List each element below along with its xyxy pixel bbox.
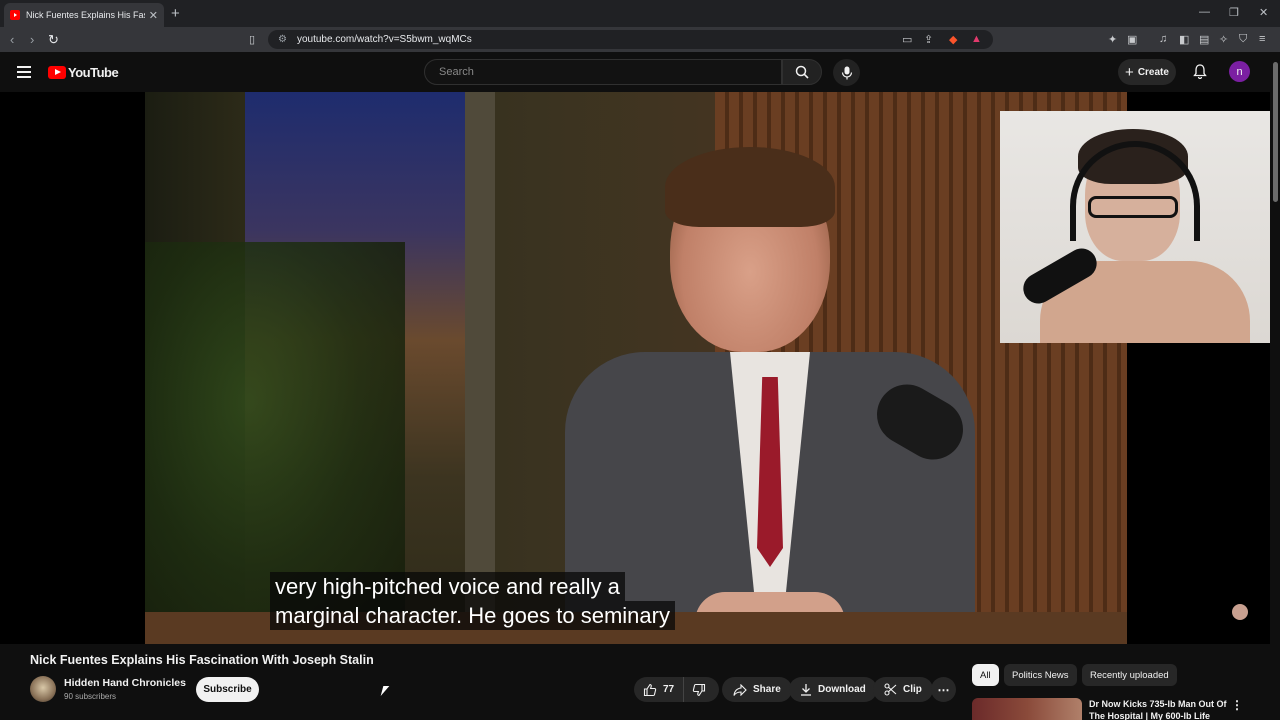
caption-line-2: marginal character. He goes to seminary: [270, 601, 675, 630]
scissors-icon: [884, 683, 897, 696]
chip-all[interactable]: All: [972, 664, 999, 686]
browser-toolbar: ‹ › ↻ ▯ ⚙ youtube.com/watch?v=S5bwm_wqMC…: [0, 27, 1280, 52]
plus-icon: +: [1125, 63, 1134, 81]
mouse-cursor-icon: [380, 686, 390, 696]
logo-text: YouTube: [68, 65, 119, 80]
browser-tab-strip: Nick Fuentes Explains His Fascin ✕ + — ❐…: [0, 0, 1280, 27]
thumbs-down-icon: [692, 683, 705, 696]
brave-shield-icon[interactable]: ◆: [949, 33, 957, 46]
window-close-icon[interactable]: ✕: [1259, 6, 1268, 19]
leo-ai-icon[interactable]: ✧: [1219, 33, 1228, 46]
hamburger-menu-icon[interactable]: [17, 66, 31, 81]
sidebar-icon[interactable]: ◧: [1179, 33, 1189, 46]
search-icon: [795, 65, 809, 79]
like-count: 77: [663, 684, 675, 695]
bell-icon: [1193, 64, 1207, 80]
minimize-icon[interactable]: —: [1199, 6, 1210, 18]
video-title: Nick Fuentes Explains His Fascination Wi…: [30, 653, 374, 667]
notifications-button[interactable]: [1193, 64, 1207, 84]
share-button[interactable]: Share: [722, 677, 792, 702]
window-frame: [465, 92, 495, 644]
recommended-thumbnail[interactable]: [972, 698, 1082, 720]
scrollbar-thumb[interactable]: [1273, 62, 1278, 202]
recommended-menu-icon[interactable]: ⋮: [1231, 698, 1243, 712]
close-tab-icon[interactable]: ✕: [149, 9, 158, 22]
new-tab-icon[interactable]: +: [171, 5, 180, 22]
subscriber-count: 90 subscribers: [64, 692, 117, 701]
webcam-overlay: [1000, 111, 1270, 343]
share-label: Share: [753, 684, 781, 695]
bookmark-icon[interactable]: ▯: [249, 33, 255, 46]
site-info-icon[interactable]: ⚙: [278, 34, 287, 45]
address-bar[interactable]: ⚙ youtube.com/watch?v=S5bwm_wqMCs: [268, 30, 993, 49]
vpn-icon[interactable]: ⛉: [1239, 33, 1247, 46]
channel-avatar[interactable]: [30, 676, 56, 702]
avatar-letter: n: [1236, 65, 1243, 78]
create-button[interactable]: + Create: [1118, 59, 1176, 85]
clip-label: Clip: [903, 684, 922, 695]
back-icon[interactable]: ‹: [10, 32, 14, 47]
youtube-play-icon: [48, 66, 66, 79]
clip-button[interactable]: Clip: [873, 677, 933, 702]
microphone-icon: [841, 66, 852, 79]
cast-icon[interactable]: ▭: [902, 33, 912, 46]
search-input[interactable]: Search: [424, 59, 782, 85]
channel-name[interactable]: Hidden Hand Chronicles: [64, 677, 186, 689]
video-frame: [145, 92, 1127, 644]
share-page-icon[interactable]: ⇪: [924, 33, 933, 46]
dislike-button[interactable]: [684, 683, 719, 697]
overlay-avatar-icon: [1232, 604, 1248, 620]
chip-recently-uploaded[interactable]: Recently uploaded: [1082, 664, 1177, 686]
hair: [665, 147, 835, 227]
captions: very high-pitched voice and really a mar…: [270, 572, 675, 630]
reload-icon[interactable]: ↻: [48, 32, 59, 48]
extensions-icon[interactable]: ✦: [1108, 33, 1117, 46]
glasses: [1088, 196, 1178, 218]
voice-search-button[interactable]: [833, 59, 860, 86]
search-placeholder: Search: [439, 66, 474, 78]
chip-politics-news[interactable]: Politics News: [1004, 664, 1077, 686]
thumbs-up-icon: [643, 683, 657, 696]
share-icon: [733, 683, 747, 696]
page-scrollbar[interactable]: [1271, 52, 1280, 720]
recommended-title[interactable]: Dr Now Kicks 735-lb Man Out Of The Hospi…: [1089, 698, 1229, 720]
search-button[interactable]: [782, 59, 822, 85]
account-avatar[interactable]: n: [1229, 61, 1250, 82]
subscribe-button[interactable]: Subscribe: [196, 677, 259, 702]
reader-icon[interactable]: ▣: [1127, 33, 1137, 46]
like-dislike-group: 77: [634, 677, 719, 702]
download-label: Download: [818, 684, 866, 695]
youtube-favicon-icon: [10, 10, 20, 20]
create-label: Create: [1137, 66, 1169, 78]
youtube-logo[interactable]: YouTube: [48, 65, 119, 80]
browser-menu-icon[interactable]: ≡: [1259, 33, 1265, 45]
tab-title: Nick Fuentes Explains His Fascin: [26, 10, 145, 20]
more-actions-icon[interactable]: ⋯: [931, 677, 956, 702]
url-text: youtube.com/watch?v=S5bwm_wqMCs: [296, 34, 472, 45]
caption-line-1: very high-pitched voice and really a: [270, 572, 625, 601]
restore-icon[interactable]: ❐: [1229, 6, 1239, 19]
forward-icon[interactable]: ›: [30, 32, 34, 47]
like-button[interactable]: 77: [634, 677, 684, 702]
youtube-header: YouTube Search + Create n: [0, 52, 1280, 92]
brave-rewards-icon[interactable]: ▲: [971, 33, 982, 45]
download-icon: [801, 684, 811, 696]
download-button[interactable]: Download: [789, 677, 877, 702]
browser-tab[interactable]: Nick Fuentes Explains His Fascin ✕: [4, 3, 164, 27]
wallet-icon[interactable]: ▤: [1199, 33, 1209, 46]
media-icon[interactable]: ♫: [1159, 33, 1167, 45]
